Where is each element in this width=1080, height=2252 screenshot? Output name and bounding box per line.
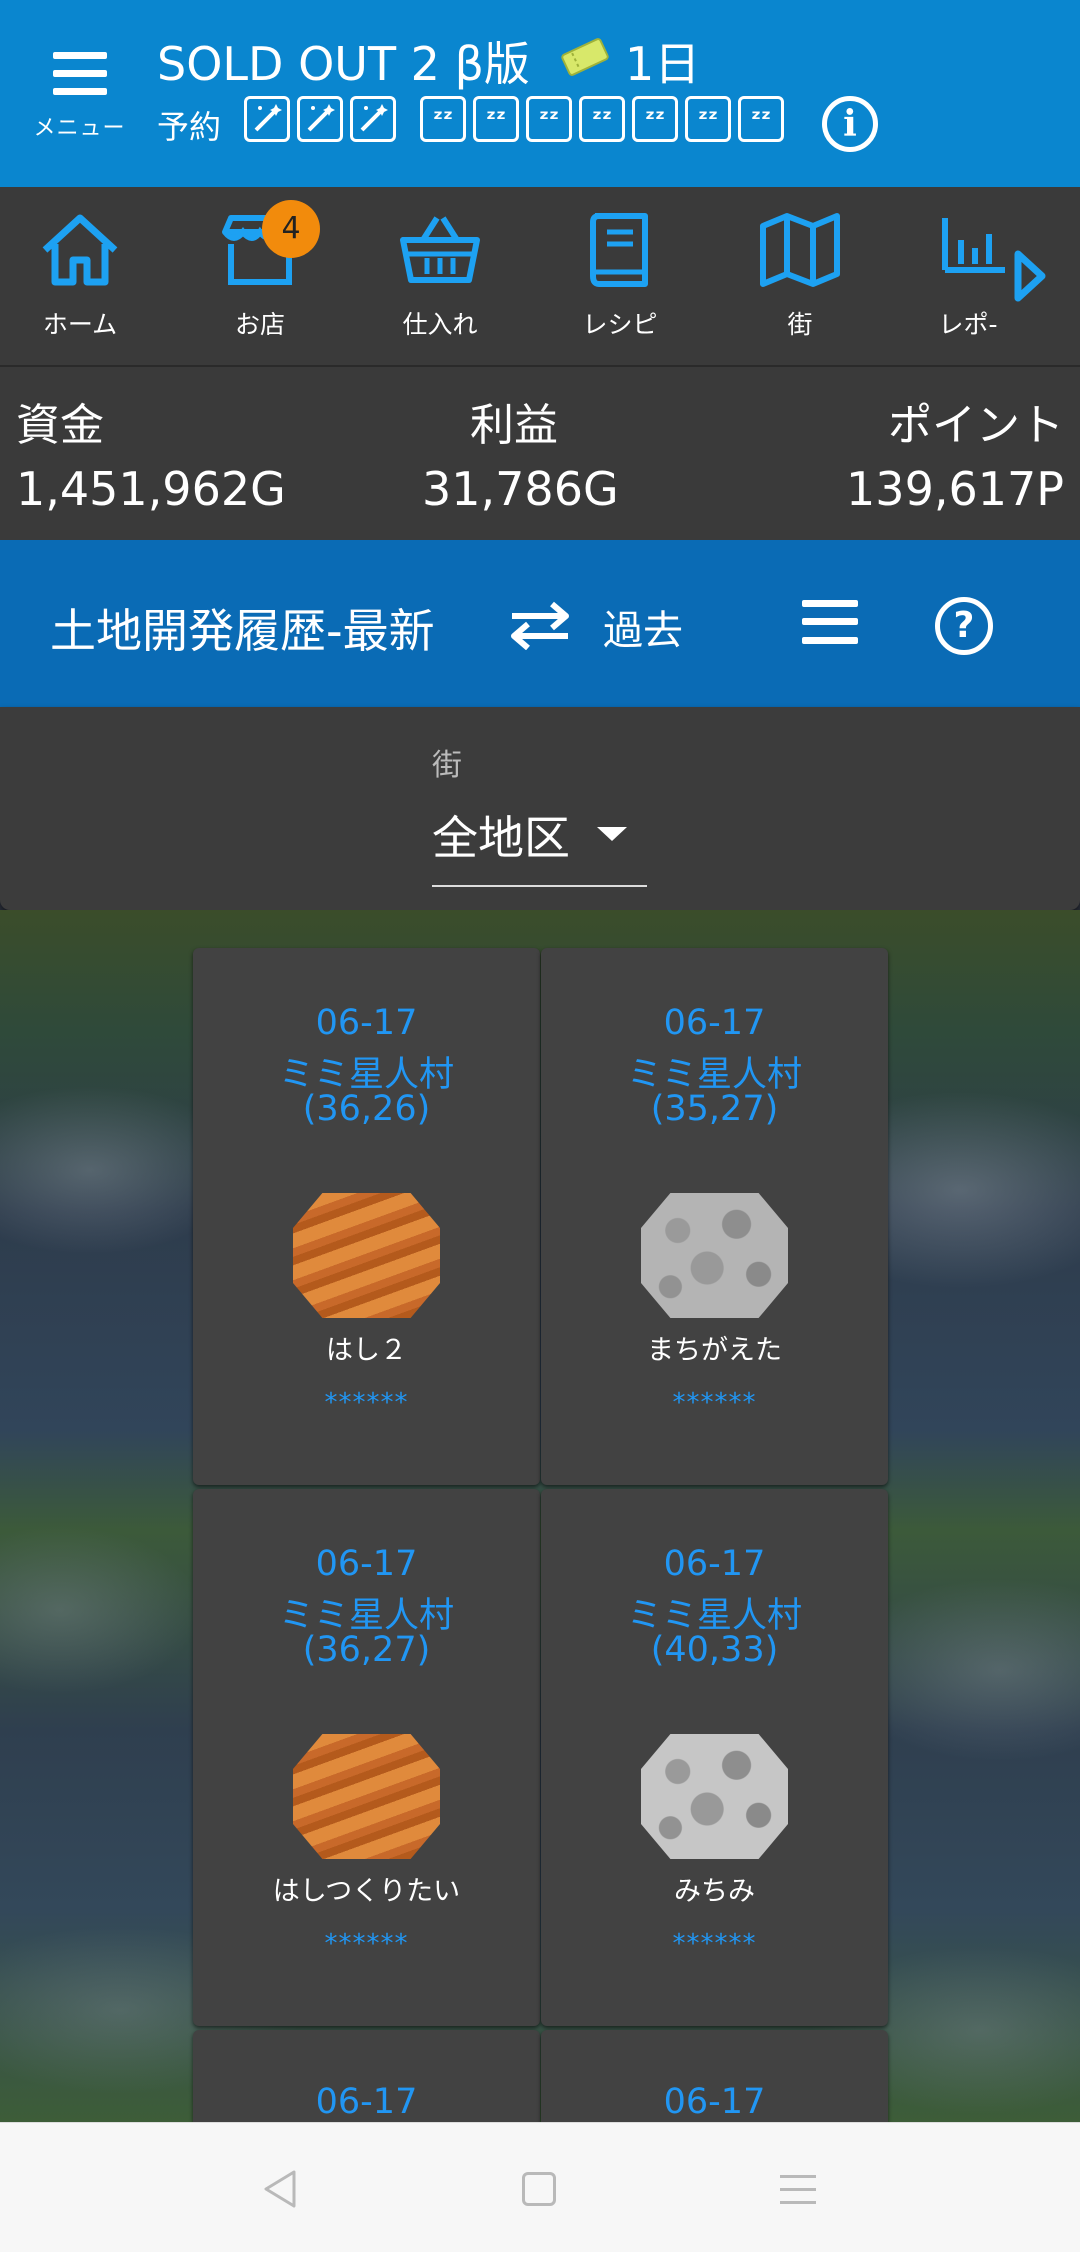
card-coord: (35,27) bbox=[650, 1089, 779, 1129]
development-card[interactable]: 06-17 ミミ星人村 (35,27) まちがえた ****** bbox=[541, 948, 888, 1485]
zzz-icon[interactable]: ᶻᶻ bbox=[473, 96, 519, 142]
card-coord: (40,33) bbox=[650, 1630, 779, 1670]
stone-tile-icon bbox=[641, 1193, 788, 1318]
card-stars: ****** bbox=[672, 1388, 757, 1418]
nav-label-purchase: 仕入れ bbox=[402, 310, 478, 339]
magic-wand-icon[interactable] bbox=[297, 96, 343, 142]
nav-item-home[interactable]: ホーム bbox=[0, 187, 160, 365]
card-name: みちみ bbox=[674, 1876, 755, 1907]
toggle-past-button[interactable]: 過去 bbox=[603, 598, 683, 656]
nav-item-town[interactable]: 街 bbox=[720, 187, 880, 365]
hamburger-icon bbox=[52, 52, 107, 96]
section-header: 土地開発履歴-最新 過去 bbox=[0, 540, 1080, 707]
town-select-value: 全地区 bbox=[432, 811, 570, 865]
main-nav: ホーム お店 仕入れ レシピ 街 レポ- bbox=[0, 187, 1080, 365]
funds-label: 資金 bbox=[16, 400, 104, 451]
game-background bbox=[0, 910, 1080, 2122]
system-nav-bar bbox=[0, 2122, 1080, 2252]
development-card[interactable]: 06-17 bbox=[541, 2030, 888, 2122]
card-date: 06-17 bbox=[663, 1544, 766, 1584]
app-header: メニュー SOLD OUT 2 β版 1日 予約 ᶻᶻ ᶻᶻ ᶻᶻ ᶻᶻ ᶻᶻ … bbox=[0, 0, 1080, 187]
chart-icon bbox=[942, 218, 1005, 273]
development-card[interactable]: 06-17 ミミ星人村 (36,27) はしつくりたい ****** bbox=[193, 1489, 540, 2026]
chevron-down-icon bbox=[597, 827, 627, 841]
town-select[interactable]: 全地区 bbox=[432, 802, 647, 887]
nav-label-shop: お店 bbox=[234, 310, 285, 339]
nav-label-report: レポ- bbox=[938, 310, 998, 339]
zzz-icon[interactable]: ᶻᶻ bbox=[579, 96, 625, 142]
basket-icon bbox=[400, 216, 480, 283]
card-date: 06-17 bbox=[663, 1003, 766, 1043]
reserve-label: 予約 bbox=[157, 108, 222, 146]
points-value: 139,617P bbox=[846, 462, 1064, 516]
card-date: 06-17 bbox=[663, 2082, 766, 2122]
nav-item-recipe[interactable]: レシピ bbox=[540, 187, 700, 365]
recent-apps-icon[interactable] bbox=[780, 2173, 816, 2205]
zzz-icon[interactable]: ᶻᶻ bbox=[685, 96, 731, 142]
magic-wand-icon[interactable] bbox=[350, 96, 396, 142]
card-date: 06-17 bbox=[315, 2082, 418, 2122]
book-icon bbox=[590, 213, 648, 287]
stone-tile-icon bbox=[641, 1734, 788, 1859]
zzz-icon[interactable]: ᶻᶻ bbox=[632, 96, 678, 142]
card-name: はしつくりたい bbox=[272, 1876, 461, 1907]
stats-panel: 資金 1,451,962G 利益 31,786G ポイント 139,617P bbox=[0, 365, 1080, 542]
ticket-icon bbox=[561, 38, 609, 76]
home-icon bbox=[42, 214, 118, 286]
help-icon[interactable]: ? bbox=[935, 597, 993, 655]
funds-value: 1,451,962G bbox=[16, 462, 286, 516]
list-menu-icon[interactable] bbox=[802, 600, 858, 644]
card-name: はし２ bbox=[326, 1335, 407, 1366]
card-stars: ****** bbox=[324, 1388, 409, 1418]
chevron-right-icon[interactable] bbox=[1010, 248, 1050, 304]
profit-label: 利益 bbox=[470, 400, 558, 451]
zzz-icon[interactable]: ᶻᶻ bbox=[738, 96, 784, 142]
bridge-tile-icon bbox=[293, 1734, 440, 1859]
menu-button[interactable]: メニュー bbox=[22, 38, 137, 153]
nav-label-recipe: レシピ bbox=[582, 310, 658, 339]
town-filter: 街 全地区 bbox=[0, 707, 1080, 910]
card-coord: (36,26) bbox=[302, 1089, 431, 1129]
bridge-tile-icon bbox=[293, 1193, 440, 1318]
nav-label-home: ホーム bbox=[42, 310, 118, 339]
development-card[interactable]: 06-17 ミミ星人村 (36,26) はし２ ****** bbox=[193, 948, 540, 1485]
zzz-icon[interactable]: ᶻᶻ bbox=[526, 96, 572, 142]
home-square-icon[interactable] bbox=[522, 2172, 556, 2206]
development-card[interactable]: 06-17 ミミ星人村 (40,33) みちみ ****** bbox=[541, 1489, 888, 2026]
info-icon[interactable]: i bbox=[822, 96, 878, 152]
shop-badge: 4 bbox=[262, 200, 320, 258]
nav-item-purchase[interactable]: 仕入れ bbox=[360, 187, 520, 365]
development-card[interactable]: 06-17 bbox=[193, 2030, 540, 2122]
card-stars: ****** bbox=[324, 1929, 409, 1959]
zzz-icon[interactable]: ᶻᶻ bbox=[420, 96, 466, 142]
menu-label: メニュー bbox=[33, 116, 126, 141]
card-date: 06-17 bbox=[315, 1003, 418, 1043]
back-icon[interactable] bbox=[262, 2168, 298, 2210]
map-icon bbox=[760, 213, 840, 287]
card-name: まちがえた bbox=[647, 1335, 782, 1366]
page-title: 土地開発履歴-最新 bbox=[50, 604, 435, 658]
swap-icon[interactable] bbox=[508, 600, 572, 650]
filter-label: 街 bbox=[432, 748, 462, 783]
app-title: SOLD OUT 2 β版 bbox=[157, 37, 530, 91]
day-counter: 1日 bbox=[625, 37, 701, 91]
card-coord: (36,27) bbox=[302, 1630, 431, 1670]
card-stars: ****** bbox=[672, 1929, 757, 1959]
nav-label-town: 街 bbox=[787, 310, 813, 339]
card-date: 06-17 bbox=[315, 1544, 418, 1584]
points-label: ポイント bbox=[888, 400, 1064, 451]
profit-value: 31,786G bbox=[422, 462, 619, 516]
magic-wand-icon[interactable] bbox=[244, 96, 290, 142]
